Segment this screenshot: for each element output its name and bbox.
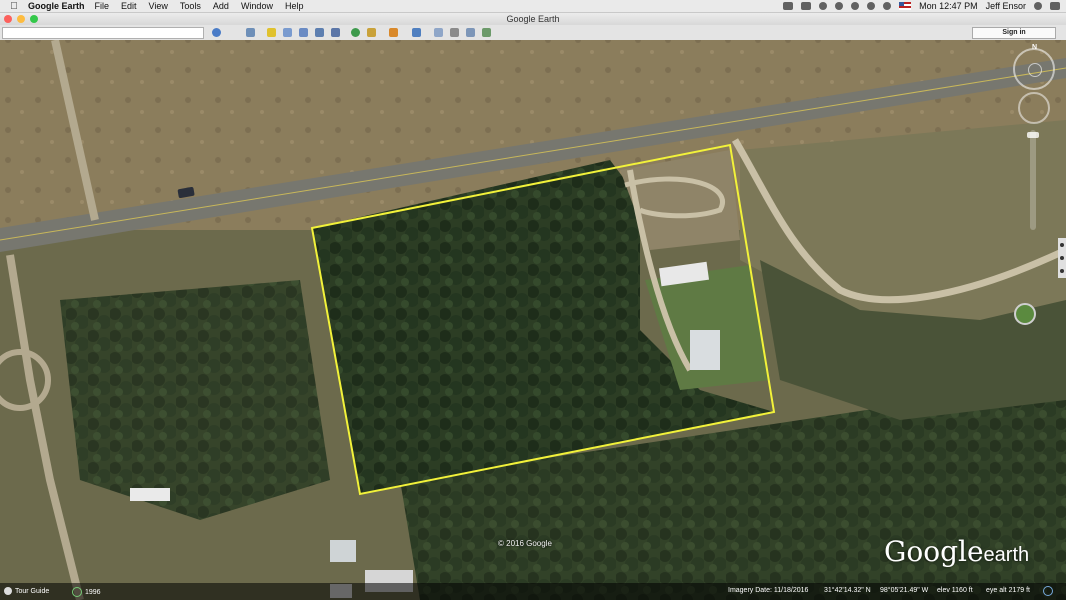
- navigation-compass[interactable]: N: [1013, 44, 1055, 90]
- email-icon[interactable]: [432, 27, 444, 38]
- app-status-icon[interactable]: [819, 2, 828, 10]
- ruler-icon[interactable]: [410, 27, 422, 38]
- satellite-imagery: [0, 40, 1066, 600]
- imagery-date: Imagery Date: 11/18/2016: [728, 587, 809, 594]
- save-image-icon[interactable]: [464, 27, 476, 38]
- handle-dot-icon: [1060, 269, 1064, 274]
- menu-view[interactable]: View: [149, 1, 168, 11]
- map-view[interactable]: N: [0, 40, 1066, 600]
- elevation-readout: elev 1160 ft: [937, 587, 973, 594]
- tilt-control[interactable]: [1028, 63, 1042, 77]
- status-menu-area: Mon 12:47 PM Jeff Ensor: [783, 0, 1060, 12]
- bluetooth-icon[interactable]: [851, 2, 860, 10]
- polygon-icon[interactable]: [281, 27, 293, 38]
- clock-icon: [72, 587, 82, 597]
- sidebar-handle[interactable]: [1058, 238, 1066, 278]
- time-machine-icon[interactable]: [835, 2, 844, 10]
- placemark-icon[interactable]: [265, 27, 277, 38]
- search-icon[interactable]: [210, 27, 222, 38]
- imagery-copyright: © 2016 Google: [498, 539, 552, 548]
- tour-guide-icon: [4, 587, 12, 595]
- handle-dot-icon: [1060, 242, 1064, 247]
- north-indicator: N: [1032, 44, 1038, 51]
- window-titlebar: Google Earth: [0, 13, 1066, 25]
- streaming-indicator-icon: [1043, 586, 1053, 596]
- sidebar-toggle-icon[interactable]: [244, 27, 256, 38]
- window-controls: [4, 15, 38, 23]
- menu-bar:  Google Earth File Edit View Tools Add …: [0, 0, 1066, 13]
- zoom-slider-knob[interactable]: [1027, 132, 1039, 138]
- menu-window[interactable]: Window: [241, 1, 273, 11]
- status-bar: Tour Guide 1996 Imagery Date: 11/18/2016…: [0, 583, 1066, 600]
- menu-edit[interactable]: Edit: [121, 1, 137, 11]
- maps-icon[interactable]: [480, 27, 492, 38]
- historical-imagery-icon[interactable]: [349, 27, 361, 38]
- sun-icon[interactable]: [365, 27, 377, 38]
- volume-icon[interactable]: [883, 2, 892, 10]
- wifi-icon[interactable]: [867, 2, 876, 10]
- dropbox-icon[interactable]: [783, 2, 794, 10]
- menu-add[interactable]: Add: [213, 1, 229, 11]
- notification-center-icon[interactable]: [1050, 2, 1060, 10]
- window-title: Google Earth: [506, 14, 560, 24]
- google-earth-logo: Googleearth: [884, 535, 1029, 568]
- spotlight-icon[interactable]: [1034, 2, 1042, 10]
- menu-help[interactable]: Help: [285, 1, 304, 11]
- toolbar: Sign in: [0, 25, 1066, 41]
- minimize-button[interactable]: [17, 15, 25, 23]
- menu-clock[interactable]: Mon 12:47 PM: [919, 1, 978, 11]
- history-year: 1996: [85, 588, 101, 596]
- close-button[interactable]: [4, 15, 12, 23]
- look-joystick[interactable]: [1018, 92, 1050, 124]
- tour-guide-label: Tour Guide: [15, 587, 50, 595]
- us-flag-input-icon[interactable]: [899, 2, 912, 10]
- sign-in-button[interactable]: Sign in: [972, 27, 1056, 39]
- search-field[interactable]: [2, 27, 204, 39]
- menu-app-name[interactable]: Google Earth: [28, 1, 85, 11]
- logo-sub-text: earth: [983, 544, 1030, 566]
- latitude-readout: 31°42'14.32" N: [824, 587, 871, 594]
- path-icon[interactable]: [297, 27, 309, 38]
- display-icon[interactable]: [801, 2, 812, 10]
- longitude-readout: 98°05'21.49" W: [880, 587, 929, 594]
- zoom-button[interactable]: [30, 15, 38, 23]
- logo-main-text: Google: [884, 535, 984, 568]
- planets-icon[interactable]: [387, 27, 399, 38]
- record-tour-icon[interactable]: [329, 27, 341, 38]
- history-year-indicator[interactable]: 1996: [72, 587, 101, 597]
- image-overlay-icon[interactable]: [313, 27, 325, 38]
- tour-guide-button[interactable]: Tour Guide: [4, 587, 49, 595]
- handle-dot-icon: [1060, 255, 1064, 260]
- print-icon[interactable]: [448, 27, 460, 38]
- menu-file[interactable]: File: [95, 1, 110, 11]
- menu-user[interactable]: Jeff Ensor: [986, 1, 1026, 11]
- apple-icon[interactable]: : [6, 1, 22, 12]
- zoom-slider[interactable]: [1027, 130, 1039, 230]
- eye-altitude-readout: eye alt 2179 ft: [986, 587, 1030, 594]
- menu-tools[interactable]: Tools: [180, 1, 201, 11]
